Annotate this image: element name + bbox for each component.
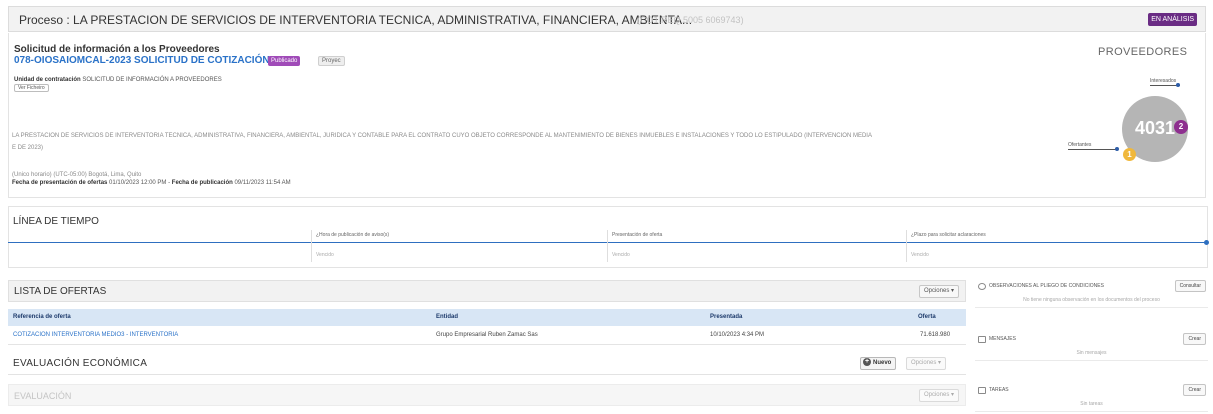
presentation-date-label: Fecha de presentación de ofertas	[12, 180, 108, 186]
process-id: (CO1.REQ.5005 6069743)	[637, 15, 744, 25]
status-badge: EN ANÁLISIS	[1148, 13, 1197, 26]
time-zone: (Unico horario) (UTC-05:00) Bogotá, Lima…	[12, 172, 142, 178]
process-dates: Fecha de presentación de ofertas 01/10/2…	[12, 180, 291, 186]
contracting-unit-value: SOLICITUD DE INFORMACIÓN A PROVEEDORES	[82, 77, 222, 83]
messages-title: MENSAJES	[989, 336, 1016, 342]
offer-presented-date: 10/10/2023 4:34 PM	[710, 332, 765, 338]
timeline-step-value: Vencido	[316, 252, 334, 258]
column-header-presented[interactable]: Presentada	[710, 314, 742, 320]
timeline-separator	[311, 230, 312, 262]
process-title: Proceso : LA PRESTACION DE SERVICIOS DE …	[19, 13, 693, 27]
plus-icon: +	[863, 358, 871, 367]
evaluation-options-button[interactable]: Opciones ▾	[918, 389, 959, 402]
offers-header: LISTA DE OFERTAS Opciones ▾	[8, 280, 966, 302]
economic-evaluation-title: EVALUACIÓN ECONÓMICA	[13, 358, 148, 369]
create-task-button[interactable]: Crear	[1183, 384, 1206, 396]
consult-button[interactable]: Consultar	[1174, 280, 1206, 292]
tasks-card: TAREAS Crear Sin tareas	[975, 384, 1208, 412]
new-evaluation-button[interactable]: + Nuevo	[860, 357, 897, 370]
timeline-step-label: Presentación de oferta	[612, 232, 663, 238]
messages-card: MENSAJES Crear Sin mensajes	[975, 333, 1208, 361]
observations-empty-text: No tiene ninguna observación en los docu…	[1023, 297, 1160, 303]
checkbox-icon	[978, 387, 986, 394]
economic-evaluation-header: EVALUACIÓN ECONÓMICA + Nuevo Opciones ▾	[8, 351, 966, 375]
contracting-unit: Unidad de contratación SOLICITUD DE INFO…	[14, 77, 222, 83]
bidders-count[interactable]: 1	[1123, 148, 1136, 161]
tasks-empty-text: Sin tareas	[1080, 401, 1103, 407]
timeline-panel	[8, 206, 1208, 268]
bidders-label: Ofertantes	[1068, 142, 1092, 148]
bidders-dot	[1115, 147, 1119, 151]
timeline-axis	[8, 242, 1208, 243]
create-message-button[interactable]: Crear	[1183, 333, 1206, 345]
timeline-separator	[906, 230, 907, 262]
new-button-label: Nuevo	[873, 360, 892, 366]
table-row: COTIZACION INTERVENTORIA MEDIO3 - INTERV…	[8, 326, 966, 345]
timeline-step-value: Vencido	[911, 252, 929, 258]
envelope-icon	[978, 336, 986, 343]
publication-date-label: Fecha de publicación	[171, 180, 233, 186]
economic-evaluation-options-button[interactable]: Opciones ▾	[906, 357, 947, 370]
request-title: Solicitud de información a los Proveedor…	[14, 44, 220, 55]
evaluation-header: EVALUACIÓN Opciones ▾	[8, 384, 966, 406]
evaluation-title: EVALUACIÓN	[14, 391, 72, 401]
offer-amount: 71.618.980	[920, 332, 951, 338]
view-file-tag[interactable]: Ver Ficheiro	[14, 84, 49, 92]
offers-table-header: Referencia de oferta Entidad Presentada …	[8, 309, 966, 326]
messages-empty-text: Sin mensajes	[1076, 350, 1107, 356]
observations-icon	[978, 283, 986, 290]
contracting-unit-label: Unidad de contratación	[14, 77, 81, 83]
offer-reference-link[interactable]: COTIZACION INTERVENTORIA MEDIO3 - INTERV…	[13, 332, 178, 338]
column-header-offer[interactable]: Oferta	[918, 314, 936, 320]
offers-options-button[interactable]: Opciones ▾	[918, 285, 959, 298]
process-titlebar: Proceso : LA PRESTACION DE SERVICIOS DE …	[8, 6, 1206, 32]
observations-card: OBSERVACIONES AL PLIEGO DE CONDICIONES C…	[975, 280, 1208, 308]
timeline-step-label: ¿Hora de publicación de aviso(s)	[316, 232, 390, 238]
presentation-date-value: 01/10/2023 12:00 PM	[109, 180, 167, 186]
process-description: LA PRESTACION DE SERVICIOS DE INTERVENTO…	[12, 133, 872, 151]
publication-date-value: 09/11/2023 11:54 AM	[234, 180, 291, 186]
column-header-entity[interactable]: Entidad	[436, 314, 458, 320]
published-badge: Publicado	[268, 56, 301, 66]
interested-count[interactable]: 2	[1174, 120, 1188, 134]
observations-title: OBSERVACIONES AL PLIEGO DE CONDICIONES	[989, 283, 1104, 289]
project-badge[interactable]: Proyec	[318, 56, 345, 66]
interested-label: Interesados	[1150, 78, 1177, 84]
request-code-link[interactable]: 078-OIOSAIOMCAL-2023 SOLICITUD DE COTIZA…	[14, 55, 270, 66]
timeline-separator	[607, 230, 608, 262]
bidders-leader-line	[1068, 149, 1118, 150]
timeline-title: LÍNEA DE TIEMPO	[13, 216, 99, 227]
timeline-step-label: ¿Plazo para solicitar aclaraciones	[911, 232, 986, 238]
providers-title: PROVEEDORES	[1098, 46, 1188, 58]
interested-dot	[1176, 83, 1180, 87]
tasks-title: TAREAS	[989, 387, 1009, 393]
timeline-step-value: Vencido	[612, 252, 630, 258]
offers-title: LISTA DE OFERTAS	[14, 286, 107, 297]
offer-entity: Grupo Empresarial Ruben Zamac Sas	[436, 332, 538, 338]
column-header-reference[interactable]: Referencia de oferta	[13, 314, 71, 320]
timeline-end-marker	[1204, 240, 1209, 245]
